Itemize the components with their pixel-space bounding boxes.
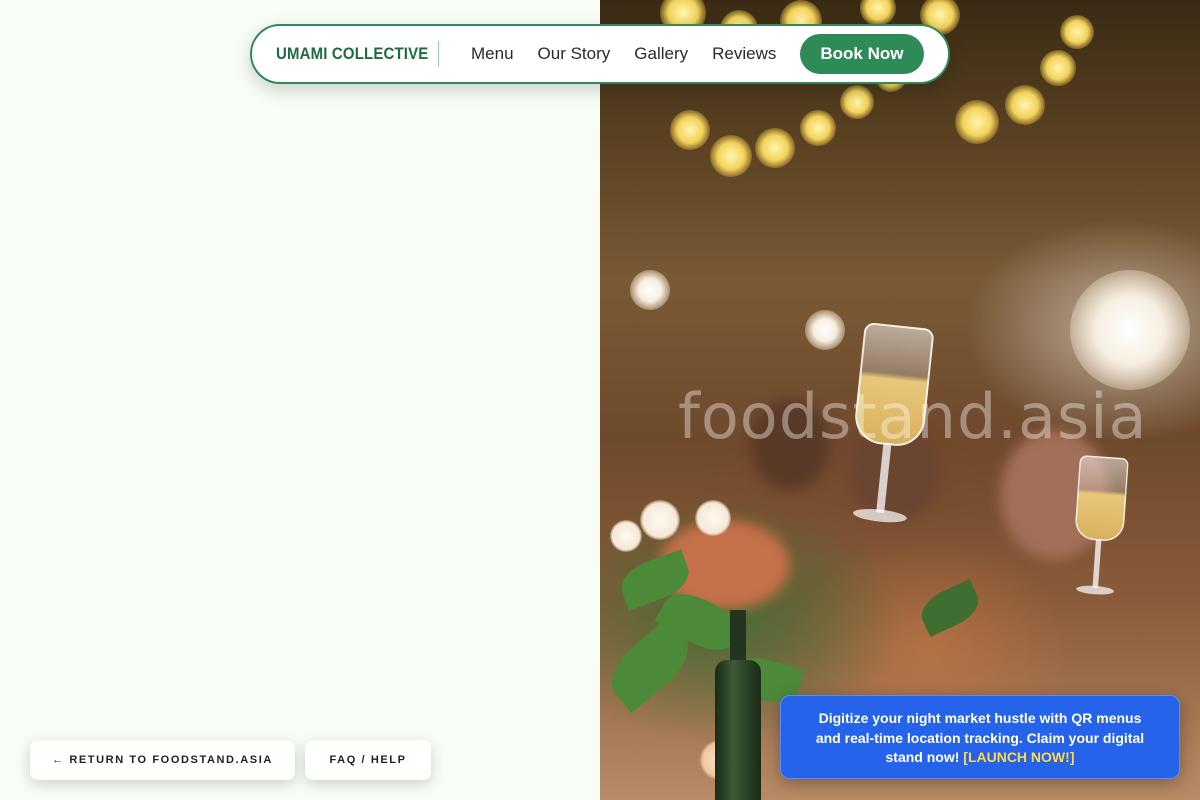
string-light bbox=[670, 110, 710, 150]
watermark-text: foodstand.asia bbox=[678, 380, 1148, 453]
leaf bbox=[915, 579, 985, 637]
return-to-foodstand-button[interactable]: ← RETURN TO FOODSTAND.ASIA bbox=[30, 740, 295, 780]
nav-link-our-story[interactable]: Our Story bbox=[538, 44, 611, 64]
string-light bbox=[1060, 15, 1094, 49]
top-navigation: UMAMI COLLECTIVE Menu Our Story Gallery … bbox=[250, 24, 950, 84]
wine-bottle bbox=[715, 660, 761, 800]
string-light bbox=[1040, 50, 1076, 86]
brand-logo[interactable]: UMAMI COLLECTIVE bbox=[276, 44, 428, 64]
flower bbox=[610, 520, 642, 552]
nav-link-menu[interactable]: Menu bbox=[471, 44, 514, 64]
string-light bbox=[755, 128, 795, 168]
left-content-area bbox=[0, 0, 600, 800]
nav-link-gallery[interactable]: Gallery bbox=[634, 44, 688, 64]
string-light bbox=[840, 85, 874, 119]
book-now-button[interactable]: Book Now bbox=[800, 34, 924, 74]
window-glow bbox=[1070, 270, 1190, 390]
flower bbox=[640, 500, 680, 540]
wall-lamp bbox=[805, 310, 845, 350]
launch-now-link[interactable]: [LAUNCH NOW!] bbox=[963, 749, 1074, 765]
string-light bbox=[800, 110, 836, 146]
nav-divider bbox=[438, 41, 439, 67]
string-light bbox=[955, 100, 999, 144]
string-light bbox=[1005, 85, 1045, 125]
wall-lamp bbox=[630, 270, 670, 310]
faq-help-button[interactable]: FAQ / HELP bbox=[305, 740, 431, 780]
promo-banner[interactable]: Digitize your night market hustle with Q… bbox=[780, 695, 1180, 779]
string-light bbox=[860, 0, 896, 26]
flower bbox=[695, 500, 731, 536]
string-light bbox=[710, 135, 752, 177]
nav-link-reviews[interactable]: Reviews bbox=[712, 44, 776, 64]
